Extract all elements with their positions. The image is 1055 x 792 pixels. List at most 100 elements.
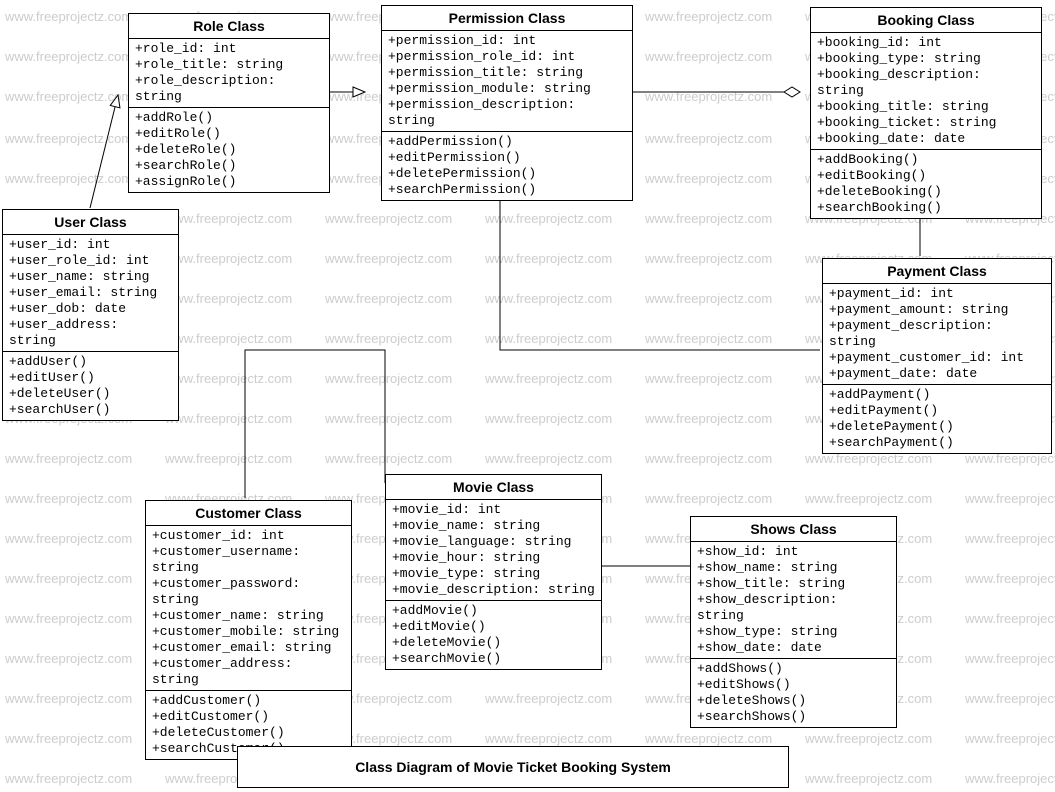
attributes: +user_id: int+user_role_id: int+user_nam… bbox=[3, 235, 178, 352]
watermark: www.freeprojectz.com bbox=[805, 491, 932, 506]
watermark: www.freeprojectz.com bbox=[645, 371, 772, 386]
list-item: +movie_hour: string bbox=[392, 550, 595, 566]
list-item: +movie_description: string bbox=[392, 582, 595, 598]
class-customer: Customer Class +customer_id: int+custome… bbox=[145, 500, 352, 760]
list-item: +addBooking() bbox=[817, 152, 1035, 168]
watermark: www.freeprojectz.com bbox=[645, 331, 772, 346]
list-item: +searchMovie() bbox=[392, 651, 595, 667]
list-item: +searchUser() bbox=[9, 402, 172, 418]
list-item: +addMovie() bbox=[392, 603, 595, 619]
operations: +addMovie()+editMovie()+deleteMovie()+se… bbox=[386, 601, 601, 669]
list-item: +addShows() bbox=[697, 661, 890, 677]
watermark: www.freeprojectz.com bbox=[965, 491, 1055, 506]
list-item: +show_date: date bbox=[697, 640, 890, 656]
class-title: User Class bbox=[3, 210, 178, 235]
watermark: www.freeprojectz.com bbox=[5, 611, 132, 626]
watermark: www.freeprojectz.com bbox=[645, 411, 772, 426]
watermark: www.freeprojectz.com bbox=[165, 211, 292, 226]
watermark: www.freeprojectz.com bbox=[325, 291, 452, 306]
list-item: +booking_description: string bbox=[817, 67, 1035, 99]
watermark: www.freeprojectz.com bbox=[805, 771, 932, 786]
attributes: +permission_id: int+permission_role_id: … bbox=[382, 31, 632, 132]
watermark: www.freeprojectz.com bbox=[965, 691, 1055, 706]
watermark: www.freeprojectz.com bbox=[325, 331, 452, 346]
list-item: +customer_name: string bbox=[152, 608, 345, 624]
list-item: +deletePayment() bbox=[829, 419, 1045, 435]
attributes: +payment_id: int+payment_amount: string+… bbox=[823, 284, 1051, 385]
operations: +addBooking()+editBooking()+deleteBookin… bbox=[811, 150, 1041, 218]
list-item: +editCustomer() bbox=[152, 709, 345, 725]
list-item: +customer_email: string bbox=[152, 640, 345, 656]
attributes: +role_id: int+role_title: string+role_de… bbox=[129, 39, 329, 108]
watermark: www.freeprojectz.com bbox=[5, 49, 132, 64]
watermark: www.freeprojectz.com bbox=[645, 49, 772, 64]
watermark: www.freeprojectz.com bbox=[5, 531, 132, 546]
watermark: www.freeprojectz.com bbox=[645, 451, 772, 466]
class-permission: Permission Class +permission_id: int+per… bbox=[381, 5, 633, 201]
class-title: Permission Class bbox=[382, 6, 632, 31]
list-item: +role_title: string bbox=[135, 57, 323, 73]
list-item: +movie_name: string bbox=[392, 518, 595, 534]
list-item: +user_name: string bbox=[9, 269, 172, 285]
watermark: www.freeprojectz.com bbox=[165, 331, 292, 346]
list-item: +editBooking() bbox=[817, 168, 1035, 184]
list-item: +user_role_id: int bbox=[9, 253, 172, 269]
watermark: www.freeprojectz.com bbox=[5, 89, 132, 104]
operations: +addRole()+editRole()+deleteRole()+searc… bbox=[129, 108, 329, 192]
list-item: +customer_password: string bbox=[152, 576, 345, 608]
list-item: +show_title: string bbox=[697, 576, 890, 592]
class-title: Payment Class bbox=[823, 259, 1051, 284]
class-title: Movie Class bbox=[386, 475, 601, 500]
list-item: +addRole() bbox=[135, 110, 323, 126]
watermark: www.freeprojectz.com bbox=[5, 771, 132, 786]
watermark: www.freeprojectz.com bbox=[485, 331, 612, 346]
watermark: www.freeprojectz.com bbox=[645, 131, 772, 146]
list-item: +deleteBooking() bbox=[817, 184, 1035, 200]
list-item: +editShows() bbox=[697, 677, 890, 693]
diagram-title: Class Diagram of Movie Ticket Booking Sy… bbox=[237, 746, 789, 788]
attributes: +customer_id: int+customer_username: str… bbox=[146, 526, 351, 691]
watermark: www.freeprojectz.com bbox=[645, 731, 772, 746]
watermark: www.freeprojectz.com bbox=[485, 691, 612, 706]
watermark: www.freeprojectz.com bbox=[5, 171, 132, 186]
class-movie: Movie Class +movie_id: int+movie_name: s… bbox=[385, 474, 602, 670]
list-item: +customer_address: string bbox=[152, 656, 345, 688]
watermark: www.freeprojectz.com bbox=[965, 731, 1055, 746]
operations: +addPermission()+editPermission()+delete… bbox=[382, 132, 632, 200]
list-item: +editUser() bbox=[9, 370, 172, 386]
watermark: www.freeprojectz.com bbox=[965, 531, 1055, 546]
watermark: www.freeprojectz.com bbox=[5, 651, 132, 666]
watermark: www.freeprojectz.com bbox=[645, 491, 772, 506]
watermark: www.freeprojectz.com bbox=[165, 371, 292, 386]
list-item: +booking_id: int bbox=[817, 35, 1035, 51]
list-item: +booking_ticket: string bbox=[817, 115, 1035, 131]
watermark: www.freeprojectz.com bbox=[485, 371, 612, 386]
list-item: +customer_id: int bbox=[152, 528, 345, 544]
list-item: +permission_id: int bbox=[388, 33, 626, 49]
watermark: www.freeprojectz.com bbox=[965, 651, 1055, 666]
list-item: +show_type: string bbox=[697, 624, 890, 640]
list-item: +editPermission() bbox=[388, 150, 626, 166]
watermark: www.freeprojectz.com bbox=[5, 571, 132, 586]
watermark: www.freeprojectz.com bbox=[5, 9, 132, 24]
list-item: +addCustomer() bbox=[152, 693, 345, 709]
operations: +addPayment()+editPayment()+deletePaymen… bbox=[823, 385, 1051, 453]
watermark: www.freeprojectz.com bbox=[485, 291, 612, 306]
list-item: +permission_role_id: int bbox=[388, 49, 626, 65]
watermark: www.freeprojectz.com bbox=[965, 611, 1055, 626]
list-item: +user_email: string bbox=[9, 285, 172, 301]
list-item: +assignRole() bbox=[135, 174, 323, 190]
watermark: www.freeprojectz.com bbox=[645, 9, 772, 24]
list-item: +editPayment() bbox=[829, 403, 1045, 419]
operations: +addUser()+editUser()+deleteUser()+searc… bbox=[3, 352, 178, 420]
list-item: +searchPermission() bbox=[388, 182, 626, 198]
watermark: www.freeprojectz.com bbox=[5, 731, 132, 746]
list-item: +editRole() bbox=[135, 126, 323, 142]
list-item: +payment_description: string bbox=[829, 318, 1045, 350]
list-item: +addPayment() bbox=[829, 387, 1045, 403]
list-item: +payment_amount: string bbox=[829, 302, 1045, 318]
attributes: +booking_id: int+booking_type: string+bo… bbox=[811, 33, 1041, 150]
watermark: www.freeprojectz.com bbox=[5, 451, 132, 466]
list-item: +movie_language: string bbox=[392, 534, 595, 550]
list-item: +payment_customer_id: int bbox=[829, 350, 1045, 366]
